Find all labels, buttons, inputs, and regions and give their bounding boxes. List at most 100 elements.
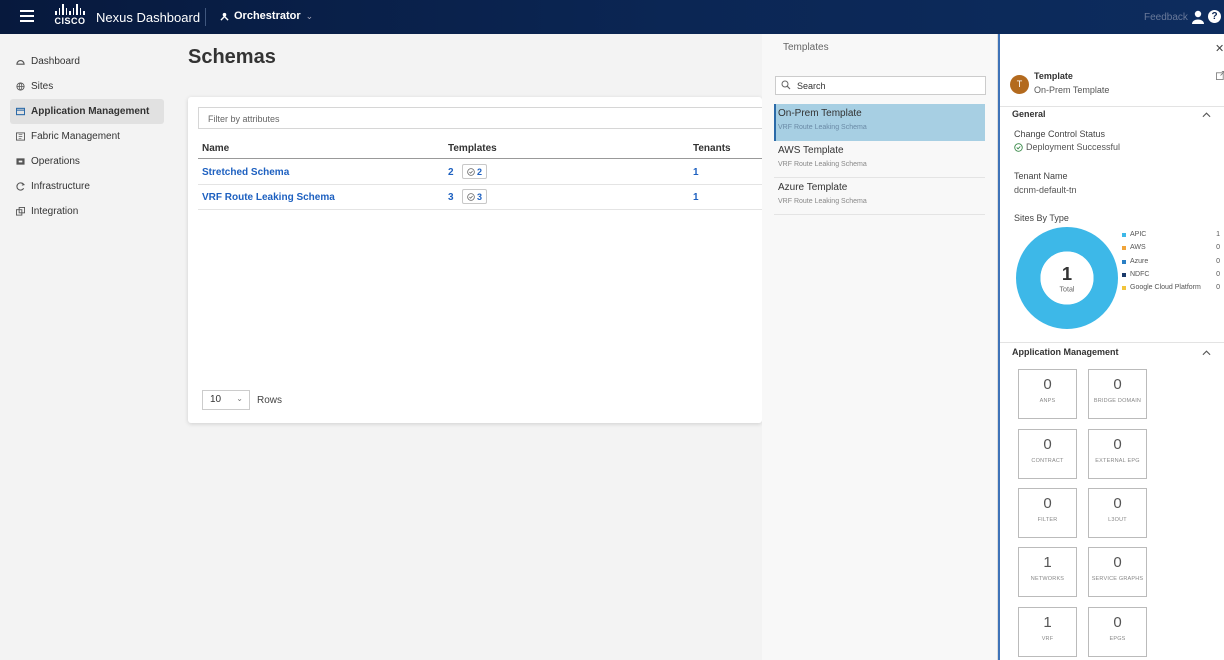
template-schema: VRF Route Leaking Schema xyxy=(778,198,867,205)
tile-service-graphs[interactable]: 0 SERVICE GRAPHS xyxy=(1088,547,1147,597)
globe-icon xyxy=(16,82,25,91)
schemas-card: Filter by attributes Name Templates Tena… xyxy=(188,97,762,423)
app-name: Nexus Dashboard xyxy=(96,10,201,25)
sidebar-item-integration[interactable]: Integration xyxy=(10,199,164,224)
chevron-down-icon: ⌄ xyxy=(305,10,314,21)
template-details-panel: T Template On-Prem Template General Chan… xyxy=(998,34,1224,660)
tile-filter[interactable]: 0 FILTER xyxy=(1018,488,1077,538)
hamburger-menu-icon[interactable] xyxy=(20,10,34,22)
template-avatar: T xyxy=(1010,75,1029,94)
tenants-count[interactable]: 1 xyxy=(693,192,699,203)
column-templates-header[interactable]: Templates xyxy=(448,143,497,154)
donut-total: 1 xyxy=(1062,263,1072,284)
change-control-label: Change Control Status xyxy=(1014,129,1106,139)
template-name: On-Prem Template xyxy=(778,108,862,119)
legend-dot xyxy=(1122,259,1126,264)
sidebar-item-dashboard[interactable]: Dashboard xyxy=(10,49,164,74)
orchestrator-label: Orchestrator xyxy=(234,10,301,22)
operations-icon xyxy=(16,158,25,165)
legend-dot xyxy=(1122,272,1126,277)
template-item-azure[interactable]: Azure Template VRF Route Leaking Schema xyxy=(774,178,985,215)
details-title: Template xyxy=(1034,71,1073,81)
tile-epgs[interactable]: 0 EPGS xyxy=(1088,607,1147,657)
tenant-name-value: dcnm-default-tn xyxy=(1014,185,1077,195)
rows-per-page-select[interactable]: 10 ⌄ xyxy=(202,390,250,410)
legend-item: APIC 1 xyxy=(1122,230,1220,243)
chevron-up-icon[interactable] xyxy=(1202,112,1211,118)
sidebar-item-label: Integration xyxy=(31,206,79,217)
column-tenants-header[interactable]: Tenants xyxy=(693,143,731,154)
sidebar-item-application-management[interactable]: Application Management xyxy=(10,99,164,124)
search-icon xyxy=(781,80,791,90)
tile-l3out[interactable]: 0 L3OUT xyxy=(1088,488,1147,538)
table-row: VRF Route Leaking Schema 3 3 1 xyxy=(198,185,762,210)
template-item-aws[interactable]: AWS Template VRF Route Leaking Schema xyxy=(774,141,985,178)
sites-donut-chart: 1 Total xyxy=(1016,227,1118,329)
fabric-icon xyxy=(16,132,25,141)
orchestrator-selector[interactable]: Orchestrator ⌄ xyxy=(220,10,313,22)
top-bar: CISCO Nexus Dashboard Orchestrator ⌄ Fee… xyxy=(0,0,1224,34)
sidebar-item-label: Fabric Management xyxy=(31,131,120,142)
orchestrator-icon xyxy=(220,12,229,21)
section-divider xyxy=(1000,342,1224,343)
user-icon[interactable] xyxy=(1192,10,1204,24)
template-item-on-prem[interactable]: On-Prem Template VRF Route Leaking Schem… xyxy=(774,104,985,141)
topbar-divider xyxy=(205,8,206,26)
sidebar-item-sites[interactable]: Sites xyxy=(10,74,164,99)
check-circle-icon xyxy=(1014,142,1023,152)
sidebar-item-label: Sites xyxy=(31,81,54,92)
sidebar: Dashboard Sites Application Management F… xyxy=(10,49,164,224)
cisco-logo: CISCO xyxy=(54,4,86,30)
legend-item: AWS 0 xyxy=(1122,243,1220,256)
app-management-section-header: Application Management xyxy=(1012,347,1119,357)
tile-vrf[interactable]: 1 VRF xyxy=(1018,607,1077,657)
sidebar-item-label: Dashboard xyxy=(31,56,80,67)
legend-dot xyxy=(1122,246,1126,251)
legend-item: NDFC 0 xyxy=(1122,270,1220,283)
templates-count[interactable]: 3 xyxy=(448,192,454,203)
dashboard-icon xyxy=(16,60,25,65)
sites-legend: APIC 1 AWS 0 Azure 0 NDFC 0 Google Cloud… xyxy=(1122,230,1220,296)
schema-name-link[interactable]: Stretched Schema xyxy=(202,167,289,178)
filter-input[interactable]: Filter by attributes xyxy=(198,107,762,129)
sidebar-item-label: Application Management xyxy=(31,106,150,117)
check-circle-icon xyxy=(467,192,475,201)
template-schema: VRF Route Leaking Schema xyxy=(778,161,867,168)
templates-status-badge[interactable]: 3 xyxy=(462,189,488,204)
open-external-icon[interactable] xyxy=(1216,71,1224,80)
tile-contract[interactable]: 0 CONTRACT xyxy=(1018,429,1077,479)
donut-total-label: Total xyxy=(1059,285,1074,293)
templates-count[interactable]: 2 xyxy=(448,167,454,178)
templates-search-input[interactable]: Search xyxy=(775,76,986,95)
chevron-down-icon: ⌄ xyxy=(236,394,243,403)
tenants-count[interactable]: 1 xyxy=(693,167,699,178)
change-control-value: Deployment Successful xyxy=(1014,142,1120,152)
general-section-header: General xyxy=(1012,109,1046,119)
table-header: Name Templates Tenants xyxy=(198,139,762,159)
tile-external-epg[interactable]: 0 EXTERNAL EPG xyxy=(1088,429,1147,479)
tile-bridge-domain[interactable]: 0 BRIDGE DOMAIN xyxy=(1088,369,1147,419)
table-row: Stretched Schema 2 2 1 xyxy=(198,160,762,185)
template-schema: VRF Route Leaking Schema xyxy=(778,124,867,131)
details-subtitle: On-Prem Template xyxy=(1034,85,1110,95)
app-icon xyxy=(16,107,25,116)
templates-status-badge[interactable]: 2 xyxy=(462,164,488,179)
help-icon[interactable]: ? xyxy=(1208,10,1221,23)
integration-icon xyxy=(16,207,25,216)
sidebar-item-infrastructure[interactable]: Infrastructure xyxy=(10,174,164,199)
column-name-header[interactable]: Name xyxy=(202,143,229,154)
sidebar-item-label: Infrastructure xyxy=(31,181,90,192)
feedback-link[interactable]: Feedback xyxy=(1144,12,1188,23)
tenant-name-label: Tenant Name xyxy=(1014,171,1068,181)
sidebar-item-operations[interactable]: Operations xyxy=(10,149,164,174)
infrastructure-icon xyxy=(16,182,25,191)
legend-item: Azure 0 xyxy=(1122,257,1220,270)
legend-dot xyxy=(1122,286,1126,291)
tile-networks[interactable]: 1 NETWORKS xyxy=(1018,547,1077,597)
section-divider xyxy=(1000,106,1224,107)
tile-anps[interactable]: 0 ANPS xyxy=(1018,369,1077,419)
schema-name-link[interactable]: VRF Route Leaking Schema xyxy=(202,192,335,203)
sidebar-item-fabric-management[interactable]: Fabric Management xyxy=(10,124,164,149)
chevron-up-icon[interactable] xyxy=(1202,350,1211,356)
close-icon[interactable]: ✕ xyxy=(1215,42,1224,55)
